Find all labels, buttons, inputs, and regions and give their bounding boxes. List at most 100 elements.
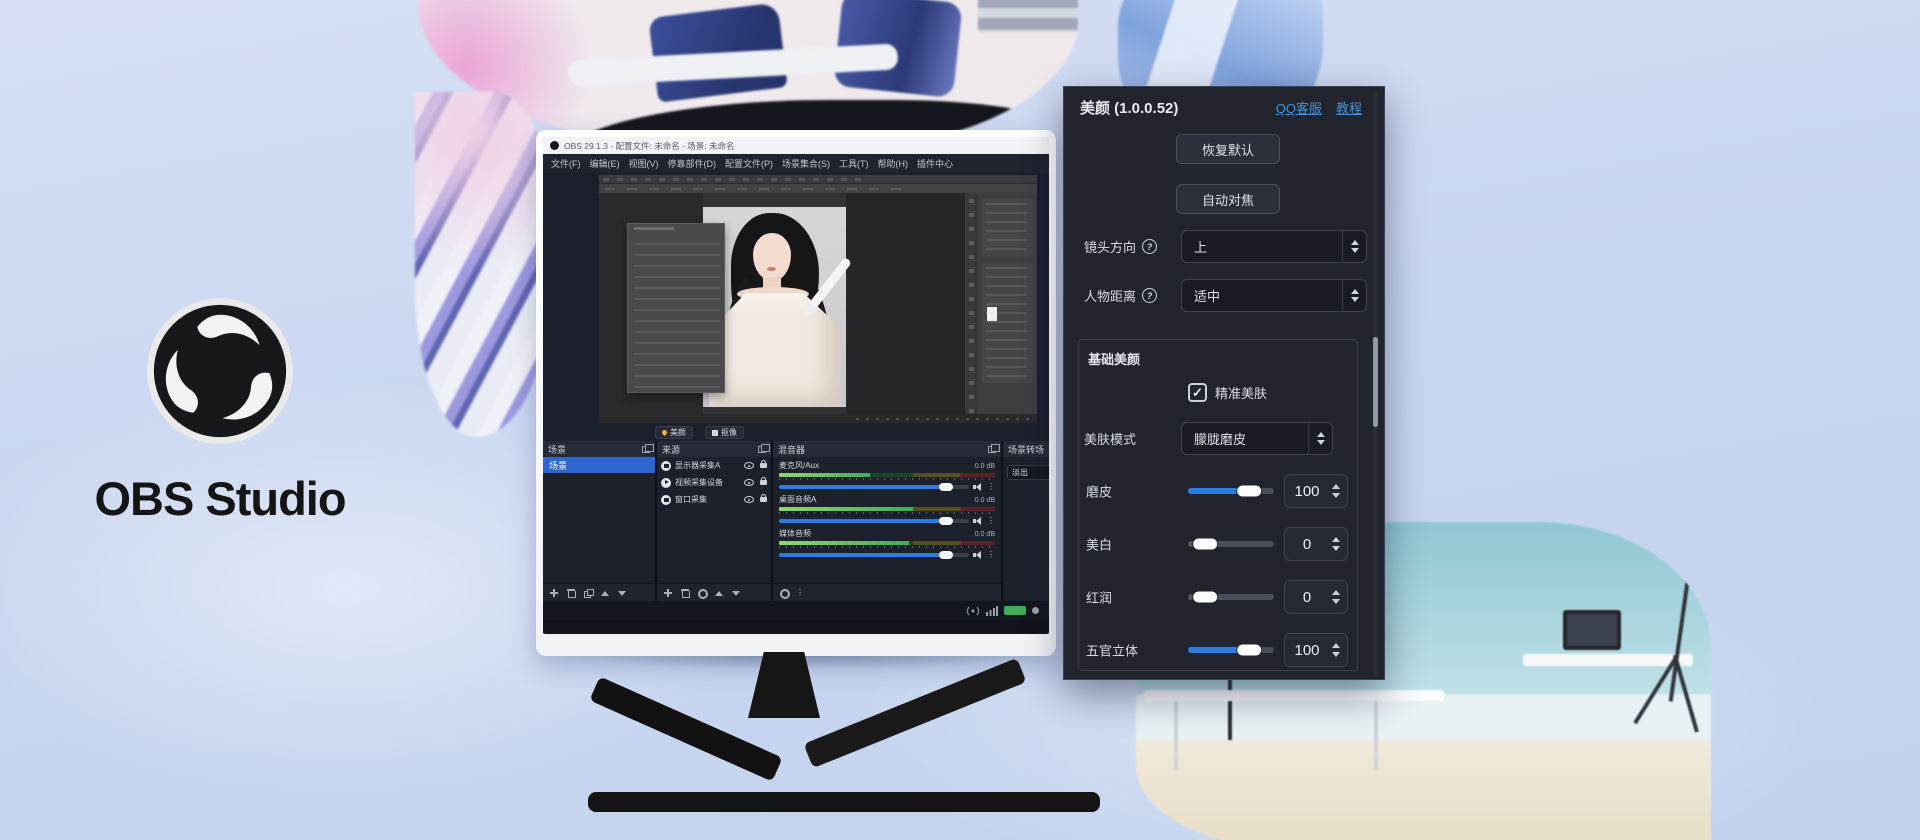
spinner-icons[interactable] xyxy=(1329,590,1347,604)
skin-mode-label: 美肤模式 xyxy=(1084,422,1136,455)
move-scene-up-button[interactable] xyxy=(600,588,610,598)
slider-track[interactable] xyxy=(1188,488,1274,494)
value-spinbox[interactable]: 0 xyxy=(1284,527,1348,561)
transitions-dock-title: 场景转场 xyxy=(1008,443,1044,456)
lock-icon[interactable] xyxy=(760,480,767,485)
volume-slider[interactable] xyxy=(779,485,969,489)
source-properties-button[interactable] xyxy=(697,588,707,598)
menu-tools[interactable]: 工具(T) xyxy=(839,157,869,170)
slider-track[interactable] xyxy=(1188,594,1274,600)
person-distance-select[interactable]: 适中 xyxy=(1181,279,1367,312)
qq-support-link[interactable]: QQ客服 xyxy=(1276,98,1322,117)
slider-track[interactable] xyxy=(1188,541,1274,547)
stream-status-indicator xyxy=(1004,606,1026,615)
spinner-icons[interactable] xyxy=(1329,537,1347,551)
rosy-slider-row: 红润 0 xyxy=(1064,580,1386,614)
precise-skin-checkbox[interactable]: ✓ xyxy=(1188,383,1207,402)
sources-dock-title: 来源 xyxy=(662,443,680,456)
spinner-icons[interactable] xyxy=(1329,643,1347,657)
decor-photo-left-strip xyxy=(415,92,547,437)
slider-track[interactable] xyxy=(1188,647,1274,653)
obs-app-icon xyxy=(550,141,559,150)
smooth-skin-slider-row: 磨皮 100 xyxy=(1064,474,1386,508)
speaker-icon[interactable] xyxy=(973,483,983,491)
value-spinbox[interactable]: 0 xyxy=(1284,580,1348,614)
channel-options-icon[interactable]: ⋮ xyxy=(987,551,995,559)
menu-view[interactable]: 视图(V) xyxy=(629,157,659,170)
slider-handle[interactable] xyxy=(1236,644,1262,657)
person-distance-label: 人物距离? xyxy=(1084,279,1157,312)
menu-file[interactable]: 文件(F) xyxy=(551,157,581,170)
menu-docks[interactable]: 停靠部件(D) xyxy=(668,157,717,170)
value-spinbox[interactable]: 100 xyxy=(1284,474,1348,508)
duplicate-scene-button[interactable] xyxy=(583,588,593,598)
volume-slider[interactable] xyxy=(779,519,969,523)
menu-help[interactable]: 帮助(H) xyxy=(878,157,909,170)
camera-direction-select[interactable]: 上 xyxy=(1181,230,1367,263)
remove-scene-button[interactable] xyxy=(566,588,576,598)
spinner-icons[interactable] xyxy=(1342,231,1366,262)
visibility-icon[interactable] xyxy=(744,462,754,469)
slider-handle[interactable] xyxy=(1192,538,1218,551)
mixer-options-button[interactable] xyxy=(779,588,789,598)
page: OBS Studio OBS 29.1.3 - 配置文件: 未命名 - 场景: … xyxy=(0,0,1920,840)
source-item[interactable]: 窗口采集 xyxy=(657,491,771,508)
ps-workspace xyxy=(599,193,1037,414)
add-source-button[interactable] xyxy=(663,588,673,598)
obs-status-bar xyxy=(543,601,1049,620)
move-source-up-button[interactable] xyxy=(714,588,724,598)
spinner-icons[interactable] xyxy=(1308,423,1332,454)
menu-scene-collection[interactable]: 场景集合(S) xyxy=(782,157,830,170)
spinner-icons[interactable] xyxy=(1342,280,1366,311)
visibility-icon[interactable] xyxy=(744,496,754,503)
speaker-icon[interactable] xyxy=(973,551,983,559)
mixer-toolbar: ⋮ xyxy=(773,583,1001,601)
value-spinbox[interactable]: 100 xyxy=(1284,633,1348,667)
help-icon[interactable]: ? xyxy=(1142,288,1157,303)
scenes-dock: 场景 场景 xyxy=(543,441,655,601)
tutorial-link[interactable]: 教程 xyxy=(1336,98,1362,117)
help-icon[interactable]: ? xyxy=(1142,239,1157,254)
auto-focus-button[interactable]: 自动对焦 xyxy=(1176,184,1280,214)
move-source-down-button[interactable] xyxy=(731,588,741,598)
restore-defaults-button[interactable]: 恢复默认 xyxy=(1176,134,1280,164)
slider-handle[interactable] xyxy=(1192,591,1218,604)
visibility-icon[interactable] xyxy=(744,479,754,486)
monitor: OBS 29.1.3 - 配置文件: 未命名 - 场景: 未命名 文件(F) 编… xyxy=(536,130,1056,656)
menu-profile[interactable]: 配置文件(P) xyxy=(725,157,773,170)
mixer-channel: 媒体音频 0.0 dB ⋮ xyxy=(773,525,1001,559)
scene-item-selected[interactable]: 场景 xyxy=(543,457,655,473)
spinner-icons[interactable] xyxy=(1329,484,1347,498)
mixer-more-icon[interactable]: ⋮ xyxy=(796,589,804,597)
menu-plugin-center[interactable]: 插件中心 xyxy=(917,157,953,170)
channel-options-icon[interactable]: ⋮ xyxy=(987,517,995,525)
transition-select[interactable]: 淡出 xyxy=(1007,465,1049,480)
ps-toolbar xyxy=(965,193,978,414)
dock-popout-icon[interactable] xyxy=(642,446,650,453)
volume-slider[interactable] xyxy=(779,553,969,557)
ps-side-panels xyxy=(978,193,1037,414)
source-item[interactable]: 视频采集设备 xyxy=(657,474,771,491)
preview-plugin-buttons: 美颜 抠像 xyxy=(655,426,744,439)
menu-edit[interactable]: 编辑(E) xyxy=(590,157,620,170)
dock-popout-icon[interactable] xyxy=(988,446,996,453)
dock-popout-icon[interactable] xyxy=(758,446,766,453)
matting-toggle-button[interactable]: 抠像 xyxy=(705,426,744,439)
beauty-toggle-button[interactable]: 美颜 xyxy=(655,426,693,439)
slider-handle[interactable] xyxy=(1236,485,1262,498)
speaker-icon[interactable] xyxy=(973,517,983,525)
volume-meter xyxy=(779,507,995,511)
skin-mode-select[interactable]: 朦胧磨皮 xyxy=(1181,422,1333,455)
add-scene-button[interactable] xyxy=(549,588,559,598)
lock-icon[interactable] xyxy=(760,463,767,468)
source-item[interactable]: 显示器采集A xyxy=(657,457,771,474)
obs-branding: OBS Studio xyxy=(40,295,400,526)
remove-source-button[interactable] xyxy=(680,588,690,598)
broadcast-icon xyxy=(966,606,980,616)
move-scene-down-button[interactable] xyxy=(617,588,627,598)
channel-options-icon[interactable]: ⋮ xyxy=(987,483,995,491)
scrollbar-thumb[interactable] xyxy=(1373,337,1378,427)
lock-icon[interactable] xyxy=(760,497,767,502)
basic-beauty-title: 基础美颜 xyxy=(1088,349,1140,368)
sources-dock: 来源 显示器采集A 视频采集设备 xyxy=(657,441,771,601)
